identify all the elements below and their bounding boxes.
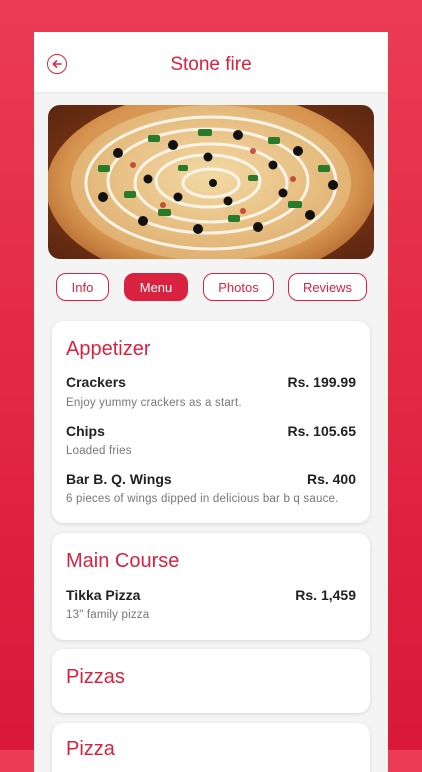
menu-item-description: 13" family pizza xyxy=(66,609,150,621)
section-title: Appetizer xyxy=(66,338,151,360)
menu-item-description: Enjoy yummy crackers as a start. xyxy=(66,397,242,409)
menu-section-pizza[interactable]: Pizza xyxy=(52,723,370,772)
menu-item-name: Bar B. Q. Wings xyxy=(66,471,172,487)
menu-item-price: Rs. 1,459 xyxy=(295,587,356,603)
restaurant-tabs: Info Menu Photos Reviews xyxy=(48,273,374,303)
page-title: Stone fire xyxy=(170,54,252,75)
app-header: Stone fire xyxy=(34,32,388,92)
menu-item-name: Crackers xyxy=(66,374,126,390)
menu-item-description: 6 pieces of wings dipped in delicious ba… xyxy=(66,493,339,505)
menu-item-price: Rs. 105.65 xyxy=(287,423,357,439)
tab-photos[interactable]: Photos xyxy=(203,273,274,301)
section-title: Main Course xyxy=(66,550,180,572)
pizza-photo xyxy=(48,105,374,259)
menu-item-name: Chips xyxy=(66,423,105,439)
menu-section-pizzas[interactable]: Pizzas xyxy=(52,649,370,713)
tab-menu[interactable]: Menu xyxy=(124,273,188,301)
menu-item-name: Tikka Pizza xyxy=(66,587,141,603)
restaurant-hero-image xyxy=(48,105,374,259)
menu-section-appetizer: Appetizer Crackers Rs. 199.99 Enjoy yumm… xyxy=(52,321,370,523)
menu-item-price: Rs. 199.99 xyxy=(287,374,357,390)
menu-item-description: Loaded fries xyxy=(66,445,132,457)
menu-section-main-course: Main Course Tikka Pizza Rs. 1,459 13" fa… xyxy=(52,533,370,640)
app-screen: Stone fire Info Menu Photos Reviews Appe… xyxy=(34,32,388,772)
menu-item-price: Rs. 400 xyxy=(306,471,356,487)
section-title: Pizzas xyxy=(66,666,125,688)
tab-info[interactable]: Info xyxy=(56,273,109,301)
tab-reviews[interactable]: Reviews xyxy=(288,273,367,301)
